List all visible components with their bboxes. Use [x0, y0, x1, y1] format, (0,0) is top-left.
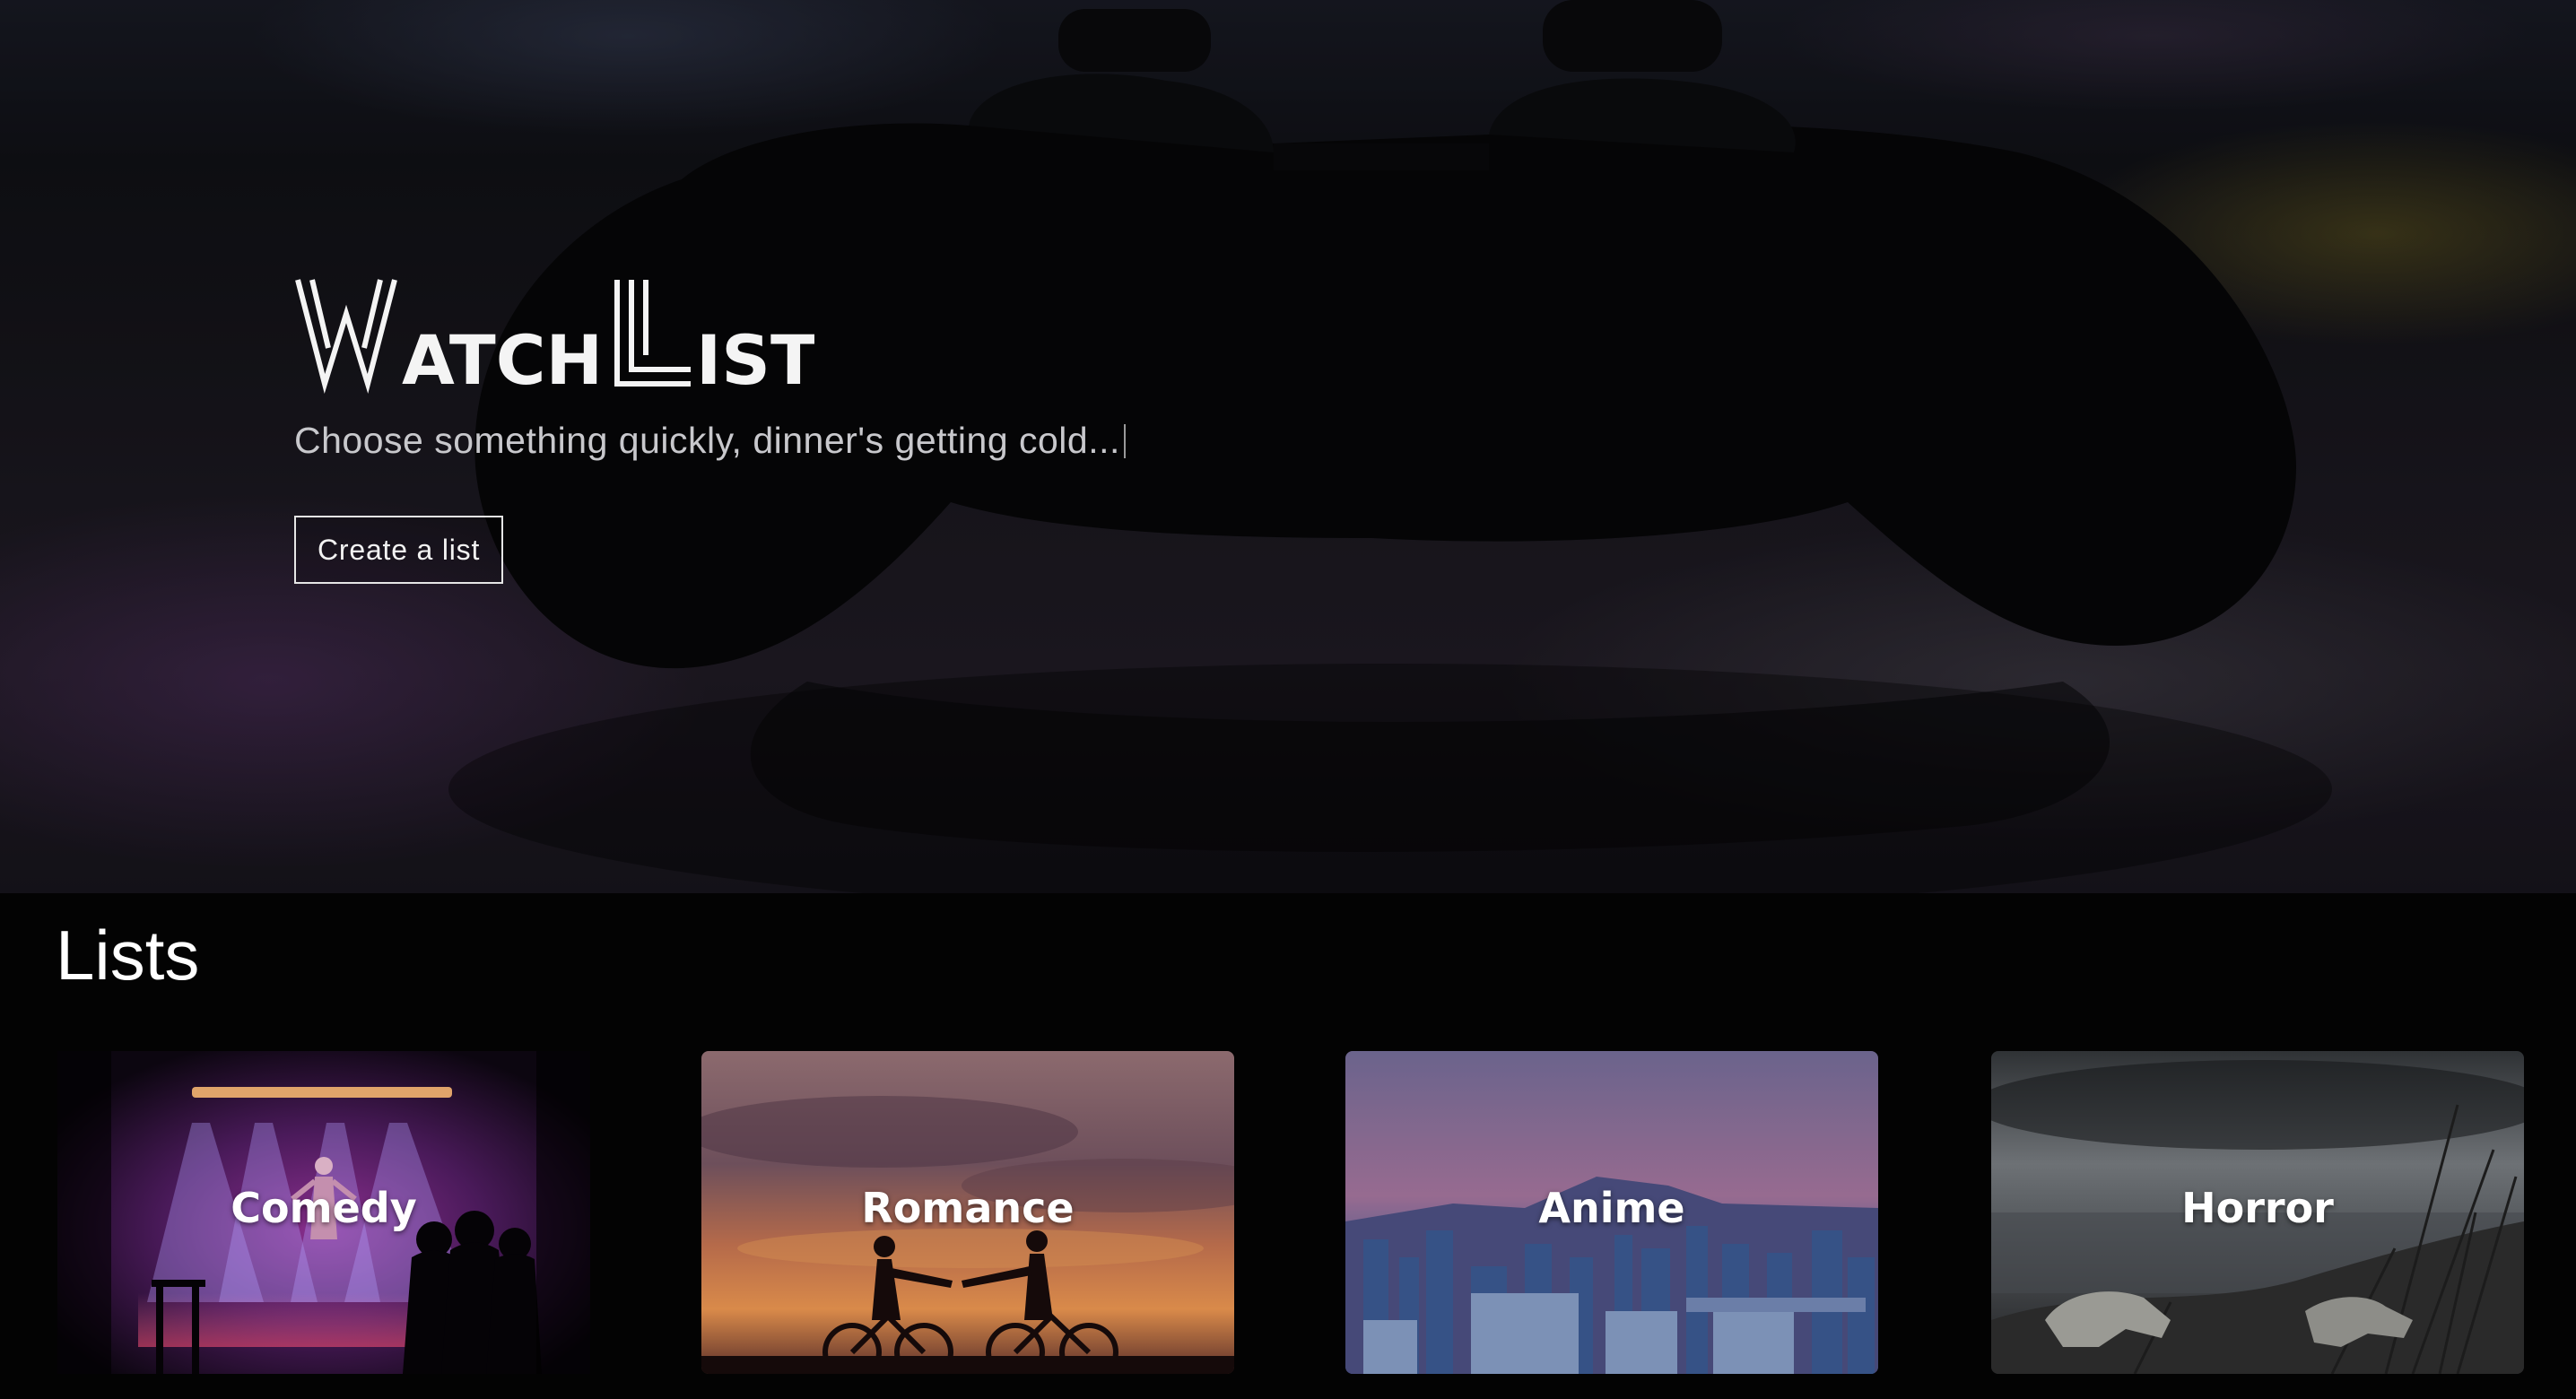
list-card-label: Anime: [1538, 1184, 1685, 1232]
watchlist-logo: ATCH IST: [295, 279, 814, 395]
watchlist-page: ATCH IST Choose something quickly, dinne…: [0, 0, 2576, 1399]
typing-caret: [1123, 424, 1126, 458]
list-card-anime[interactable]: Anime: [1345, 1051, 1878, 1374]
lists-heading: Lists: [56, 916, 200, 995]
list-card-label: Romance: [861, 1184, 1075, 1232]
list-card-label: Comedy: [231, 1184, 417, 1232]
list-card-label: Horror: [2181, 1184, 2334, 1232]
svg-text:IST: IST: [696, 320, 814, 395]
list-card-horror[interactable]: Horror: [1991, 1051, 2524, 1374]
list-card-romance[interactable]: Romance: [701, 1051, 1234, 1374]
create-list-button[interactable]: Create a list: [294, 516, 504, 584]
list-card-comedy[interactable]: Comedy: [57, 1051, 590, 1374]
hero-content: ATCH IST Choose something quickly, dinne…: [294, 269, 1371, 584]
svg-text:ATCH: ATCH: [402, 320, 603, 395]
tagline-text: Choose something quickly, dinner's getti…: [294, 420, 1120, 461]
hero-tagline: Choose something quickly, dinner's getti…: [294, 420, 1371, 462]
hero-banner: ATCH IST Choose something quickly, dinne…: [0, 0, 2576, 893]
lists-grid: Comedy Romance Anime Horror: [0, 1051, 2576, 1374]
